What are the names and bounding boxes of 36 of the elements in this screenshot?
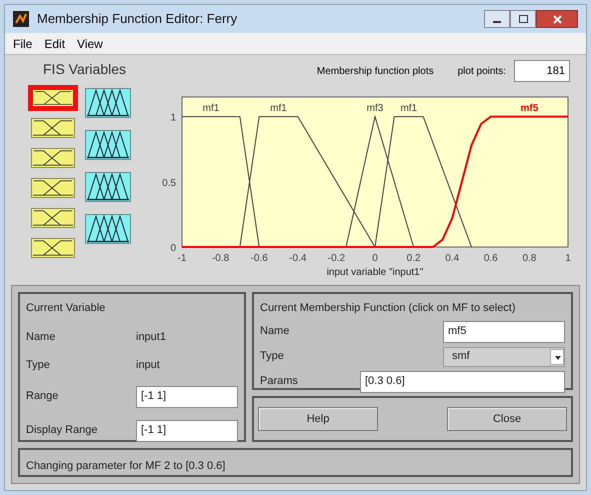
x-tick-label: -0.2 [328, 253, 346, 264]
x-tick-label: 0.4 [445, 253, 460, 264]
x-tick-label: 0.6 [484, 253, 498, 264]
x-tick-label: 0.2 [406, 253, 421, 264]
y-tick-label: 0 [170, 243, 176, 254]
display-range-label: Display Range [26, 423, 99, 438]
membership-function-label: mf1 [202, 103, 220, 114]
membership-function-label: mf1 [270, 103, 287, 114]
plot-points-label: plot points: [458, 64, 506, 78]
x-tick-label: -0.6 [250, 253, 268, 264]
variable-name: input1 [136, 330, 167, 344]
name-label: Name [26, 330, 56, 344]
plot-title: Membership function plots [316, 64, 434, 78]
membership-function-label: mf3 [366, 103, 384, 114]
membership-function-label: mf1 [400, 103, 418, 114]
panel-title: Current Membership Function (click on MF to select) [260, 301, 517, 316]
membership-function-label: mf5 [520, 103, 538, 114]
panel-title: Current Variable [26, 301, 106, 316]
fis-variables-title: FIS Variables [43, 60, 127, 79]
y-tick-label: 0.5 [162, 178, 176, 189]
x-tick-label: 0.8 [522, 253, 536, 264]
params-label: Params [260, 374, 299, 390]
y-tick-label: 1 [170, 112, 176, 124]
variable-type: input [136, 358, 161, 373]
x-tick-label: -0.8 [212, 253, 230, 264]
x-tick-label: -0.4 [289, 253, 306, 264]
type-label: Type [26, 358, 51, 373]
type-label: Type [260, 349, 284, 364]
x-tick-label: 1 [565, 253, 571, 264]
x-tick-label: -1 [178, 253, 186, 264]
name-label: Name [260, 324, 290, 340]
x-tick-label: 0 [372, 253, 378, 264]
x-axis-label: input variable "input1" [326, 267, 424, 278]
status-bar: Changing parameter for MF 2 to [0.3 0.6] [18, 448, 573, 477]
range-label: Range [26, 389, 60, 404]
window-title: Membership Function Editor: Ferry [37, 10, 238, 28]
